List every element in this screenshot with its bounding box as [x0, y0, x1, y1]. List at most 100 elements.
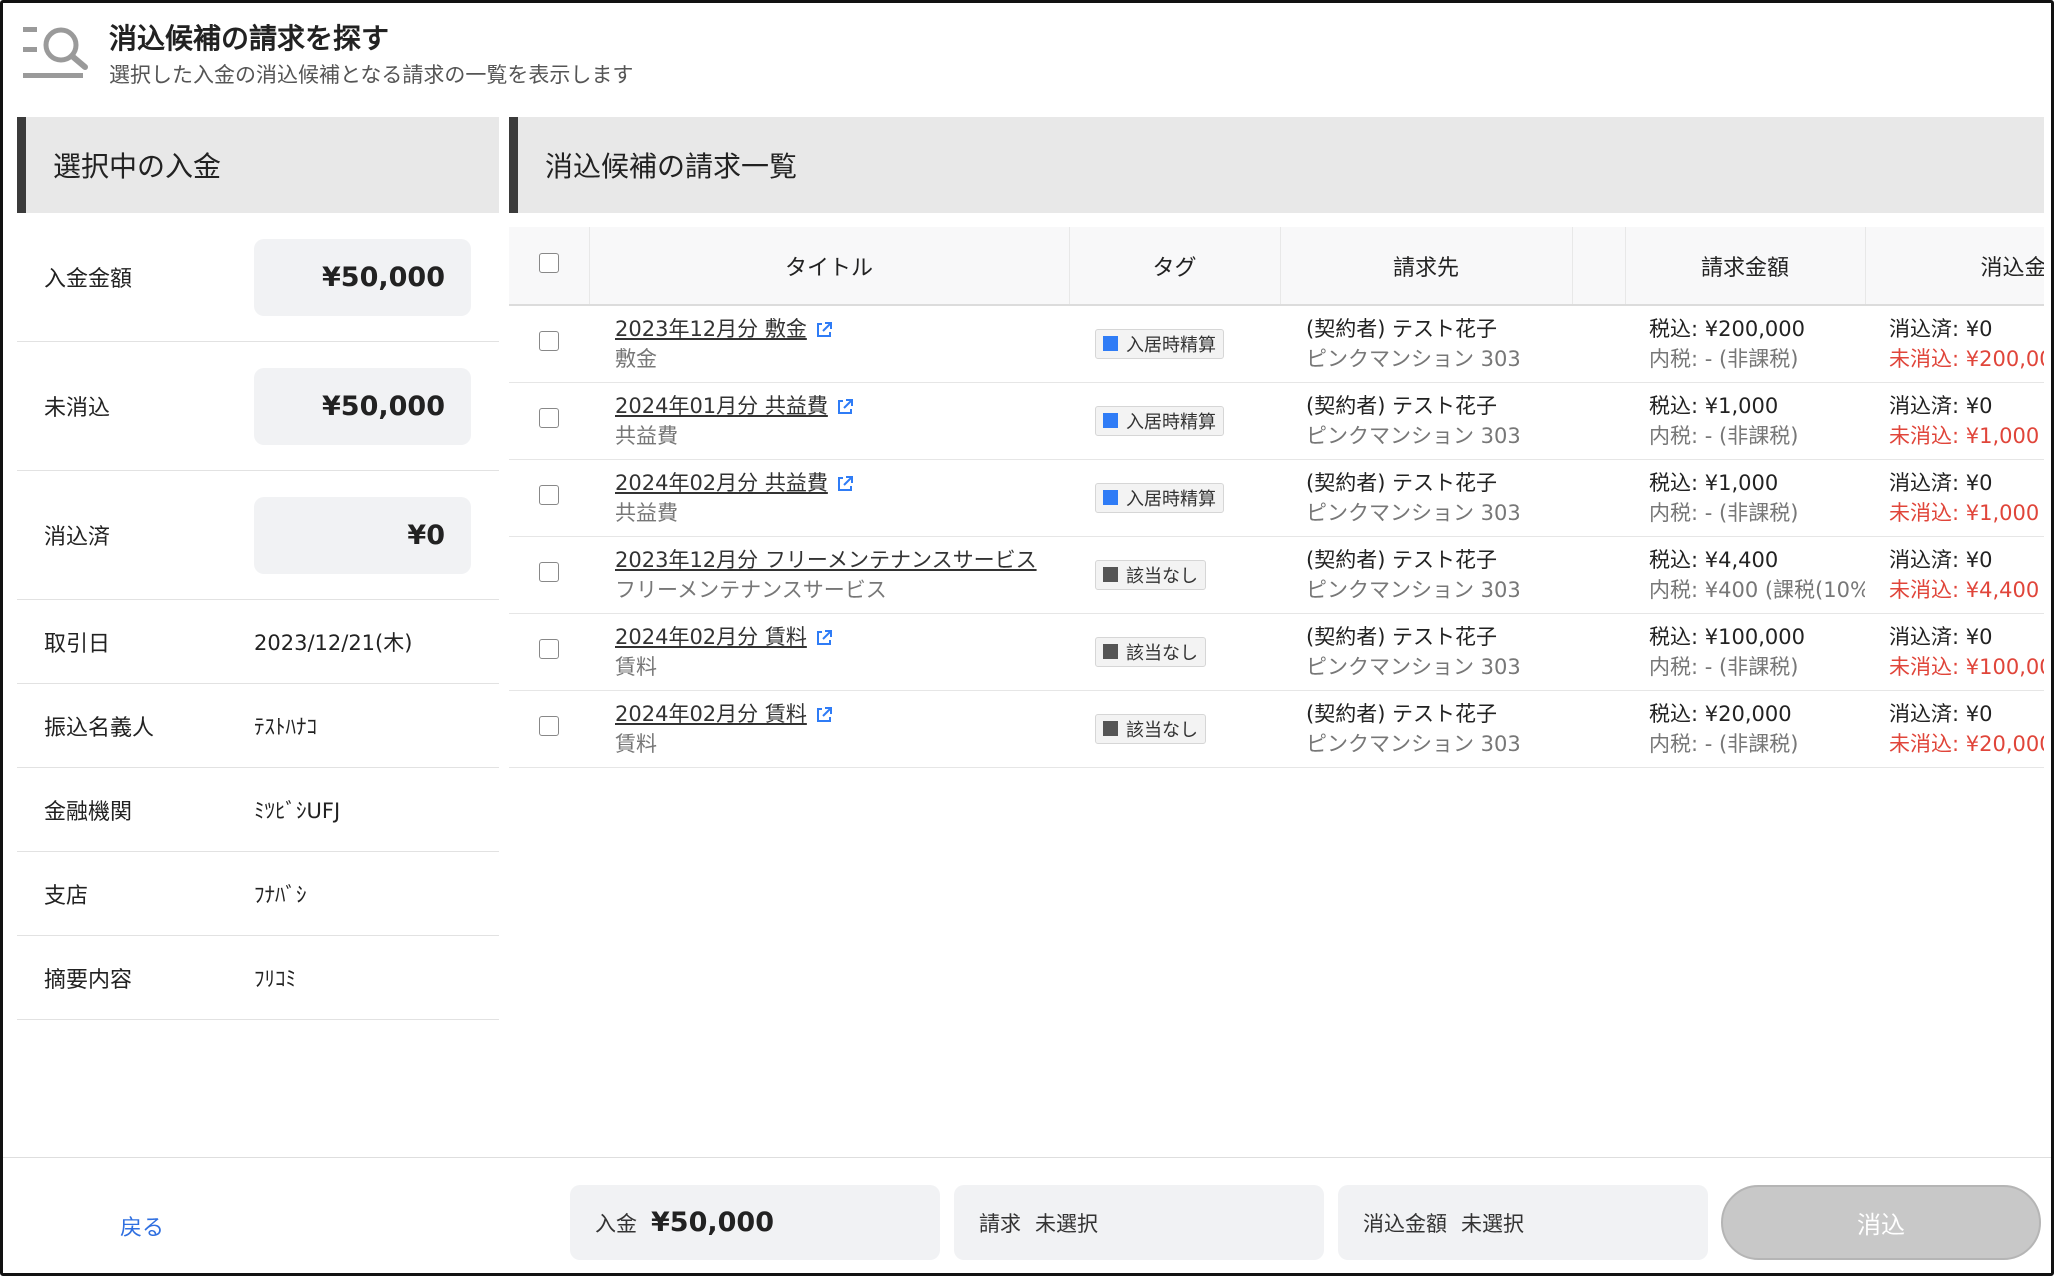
- invoice-table-scroll[interactable]: タイトル タグ 請求先 請求金額 消込金額 2023年12月分 敷金: [509, 227, 2044, 768]
- select-all-checkbox[interactable]: [538, 252, 559, 273]
- reconcile-amount-value: 未選択: [1461, 1211, 1524, 1236]
- candidate-invoices-title: 消込候補の請求一覧: [509, 117, 2044, 213]
- invoice-category: 共益費: [615, 423, 678, 448]
- unreconciled-label: 未消込: [44, 396, 111, 421]
- table-row: 2023年12月分 敷金 敷金 入居時精算 (契約者) テスト花子 ピンクマンシ…: [509, 305, 2044, 383]
- row-checkbox[interactable]: [539, 331, 559, 352]
- external-link-icon[interactable]: [836, 475, 854, 493]
- external-link-icon[interactable]: [836, 398, 854, 416]
- billing-property: ピンクマンション 303: [1306, 577, 1521, 602]
- table-header-row: タイトル タグ 請求先 請求金額 消込金額: [509, 227, 2044, 306]
- tag-color-swatch: [1103, 644, 1118, 659]
- tax-included-amount: 税込: ¥200,000: [1649, 316, 1805, 341]
- transaction-date-value: 2023/12/21(木): [254, 630, 413, 655]
- row-checkbox[interactable]: [539, 408, 559, 428]
- deposit-summary: 入金 ¥50,000: [570, 1185, 940, 1260]
- unreconciled-amount: 未消込: ¥200,000: [1889, 346, 2044, 371]
- invoice-title-link[interactable]: 2023年12月分 フリーメンテナンスサービス: [615, 548, 1037, 572]
- billing-party: (契約者) テスト花子: [1306, 316, 1498, 341]
- column-empty: [1572, 227, 1626, 306]
- invoice-title-link[interactable]: 2023年12月分 敷金: [615, 317, 807, 341]
- branch-label: 支店: [44, 883, 89, 909]
- tag-color-swatch: [1103, 721, 1118, 736]
- column-billing-to[interactable]: 請求先: [1280, 227, 1573, 306]
- app-window: 消込候補の請求を探す 選択した入金の消込候補となる請求の一覧を表示します 選択中…: [0, 0, 2054, 1276]
- payer-name-value: ﾃｽﾄﾊﾅｺ: [254, 714, 317, 739]
- reconciled-row: 消込済 ¥0: [17, 471, 499, 600]
- reconciled-label: 消込済: [44, 525, 111, 550]
- inner-tax-amount: 内税: - (非課税): [1649, 423, 1799, 448]
- invoice-table: タイトル タグ 請求先 請求金額 消込金額 2023年12月分 敷金: [509, 227, 2044, 768]
- column-reconciled-amount[interactable]: 消込金額: [1865, 227, 2044, 306]
- billing-party: (契約者) テスト花子: [1306, 624, 1498, 649]
- column-billing-amount[interactable]: 請求金額: [1625, 227, 1866, 306]
- invoice-category: 賃料: [615, 731, 657, 756]
- deposit-amount-label: 入金金額: [44, 267, 133, 292]
- deposit-summary-label: 入金: [595, 1211, 637, 1236]
- table-row: 2024年02月分 共益費 共益費 入居時精算 (契約者) テスト花子 ピンクマ…: [509, 459, 2044, 537]
- billing-property: ピンクマンション 303: [1306, 500, 1521, 525]
- reconciled-value: ¥0: [254, 496, 471, 574]
- page-subtitle: 選択した入金の消込候補となる請求の一覧を表示します: [109, 63, 634, 87]
- deposit-amount-row: 入金金額 ¥50,000: [17, 213, 499, 342]
- invoice-tag: 入居時精算: [1095, 482, 1224, 513]
- tax-included-amount: 税込: ¥100,000: [1649, 624, 1805, 649]
- invoice-summary-label: 請求: [979, 1211, 1021, 1236]
- transaction-date-label: 取引日: [44, 631, 111, 657]
- tag-color-swatch: [1103, 336, 1118, 352]
- external-link-icon[interactable]: [815, 321, 833, 339]
- invoice-title-link[interactable]: 2024年02月分 賃料: [615, 702, 807, 726]
- reconciled-amount: 消込済: ¥0: [1889, 624, 1993, 649]
- invoice-tag: 該当なし: [1095, 559, 1206, 590]
- invoice-category: 賃料: [615, 654, 657, 679]
- transaction-date-row: 取引日 2023/12/21(木): [17, 600, 499, 684]
- invoice-tag: 入居時精算: [1095, 405, 1224, 436]
- billing-party: (契約者) テスト花子: [1306, 547, 1498, 572]
- external-link-icon[interactable]: [815, 629, 833, 647]
- unreconciled-value: ¥50,000: [254, 367, 471, 445]
- reconciled-amount: 消込済: ¥0: [1889, 393, 1993, 418]
- invoice-tag: 該当なし: [1095, 636, 1206, 667]
- table-row: 2024年02月分 賃料 賃料 該当なし (契約者) テスト花子 ピンクマンショ…: [509, 690, 2044, 768]
- selected-deposit-panel: 選択中の入金 入金金額 ¥50,000 未消込 ¥50,000 消込済 ¥0 取…: [17, 117, 499, 1020]
- bank-label: 金融機関: [44, 799, 133, 825]
- inner-tax-amount: 内税: ¥400 (課税(10%)): [1649, 577, 1865, 602]
- unreconciled-amount: 未消込: ¥1,000: [1889, 500, 2040, 525]
- tax-included-amount: 税込: ¥20,000: [1649, 701, 1792, 726]
- tax-included-amount: 税込: ¥1,000: [1649, 470, 1779, 495]
- invoice-title-link[interactable]: 2024年01月分 共益費: [615, 394, 828, 418]
- tag-color-swatch: [1103, 413, 1118, 428]
- invoice-title-link[interactable]: 2024年02月分 共益費: [615, 471, 828, 495]
- invoice-category: フリーメンテナンスサービス: [615, 577, 887, 602]
- unreconciled-amount: 未消込: ¥4,400: [1889, 577, 2040, 602]
- column-title[interactable]: タイトル: [589, 227, 1070, 306]
- table-row: 2024年02月分 賃料 賃料 該当なし (契約者) テスト花子 ピンクマンショ…: [509, 613, 2044, 691]
- column-tag[interactable]: タグ: [1069, 227, 1281, 306]
- deposit-amount-value: ¥50,000: [254, 238, 471, 316]
- reconcile-button[interactable]: 消込: [1721, 1185, 2041, 1260]
- footer-bar: 戻る 入金 ¥50,000 請求 未選択 消込金額 未選択 消込: [3, 1157, 2051, 1273]
- invoice-tag: 該当なし: [1095, 713, 1206, 744]
- select-all-header: [509, 227, 590, 306]
- reconciled-amount: 消込済: ¥0: [1889, 547, 1993, 572]
- unreconciled-amount: 未消込: ¥100,000: [1889, 654, 2044, 679]
- invoice-title-link[interactable]: 2024年02月分 賃料: [615, 625, 807, 649]
- inner-tax-amount: 内税: - (非課税): [1649, 731, 1799, 756]
- row-checkbox[interactable]: [539, 562, 559, 582]
- back-link[interactable]: 戻る: [120, 1210, 164, 1242]
- unreconciled-amount: 未消込: ¥1,000: [1889, 423, 2040, 448]
- reconcile-amount-summary: 消込金額 未選択: [1338, 1185, 1708, 1260]
- row-checkbox[interactable]: [539, 485, 559, 505]
- external-link-icon[interactable]: [815, 706, 833, 724]
- memo-row: 摘要内容 ﾌﾘｺﾐ: [17, 936, 499, 1020]
- reconciled-amount: 消込済: ¥0: [1889, 316, 1993, 341]
- reconciled-amount: 消込済: ¥0: [1889, 701, 1993, 726]
- row-checkbox[interactable]: [539, 639, 559, 659]
- reconciled-amount: 消込済: ¥0: [1889, 470, 1993, 495]
- reconcile-amount-label: 消込金額: [1363, 1211, 1447, 1236]
- row-checkbox[interactable]: [539, 716, 559, 736]
- billing-party: (契約者) テスト花子: [1306, 393, 1498, 418]
- tag-color-swatch: [1103, 490, 1118, 505]
- search-list-icon: [23, 27, 88, 78]
- tag-color-swatch: [1103, 567, 1118, 582]
